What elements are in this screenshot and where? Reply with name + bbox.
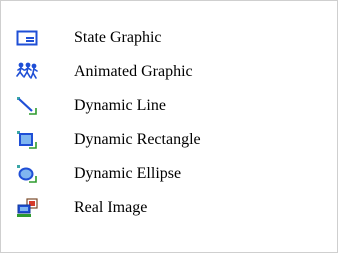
animated-graphic-icon bbox=[16, 62, 38, 82]
menu-item-dynamic-line[interactable]: Dynamic Line bbox=[1, 89, 337, 123]
dynamic-rectangle-icon bbox=[16, 130, 38, 150]
menu-item-label: Dynamic Ellipse bbox=[74, 165, 182, 182]
menu-item-label: State Graphic bbox=[74, 29, 162, 46]
menu-item-state-graphic[interactable]: State Graphic bbox=[1, 21, 337, 55]
state-graphic-icon bbox=[16, 28, 38, 48]
menu-item-label: Dynamic Line bbox=[74, 97, 166, 114]
dynamic-line-icon bbox=[16, 96, 38, 116]
insert-graphic-menu: State Graphic Animated Graphic Dynamic L… bbox=[0, 0, 338, 253]
menu-item-label: Dynamic Rectangle bbox=[74, 131, 201, 148]
menu-item-label: Real Image bbox=[74, 199, 148, 216]
menu-item-animated-graphic[interactable]: Animated Graphic bbox=[1, 55, 337, 89]
menu-item-real-image[interactable]: Real Image bbox=[1, 191, 337, 225]
real-image-icon bbox=[16, 198, 38, 218]
menu-item-dynamic-ellipse[interactable]: Dynamic Ellipse bbox=[1, 157, 337, 191]
menu-item-dynamic-rectangle[interactable]: Dynamic Rectangle bbox=[1, 123, 337, 157]
menu-item-label: Animated Graphic bbox=[74, 63, 193, 80]
dynamic-ellipse-icon bbox=[16, 164, 38, 184]
